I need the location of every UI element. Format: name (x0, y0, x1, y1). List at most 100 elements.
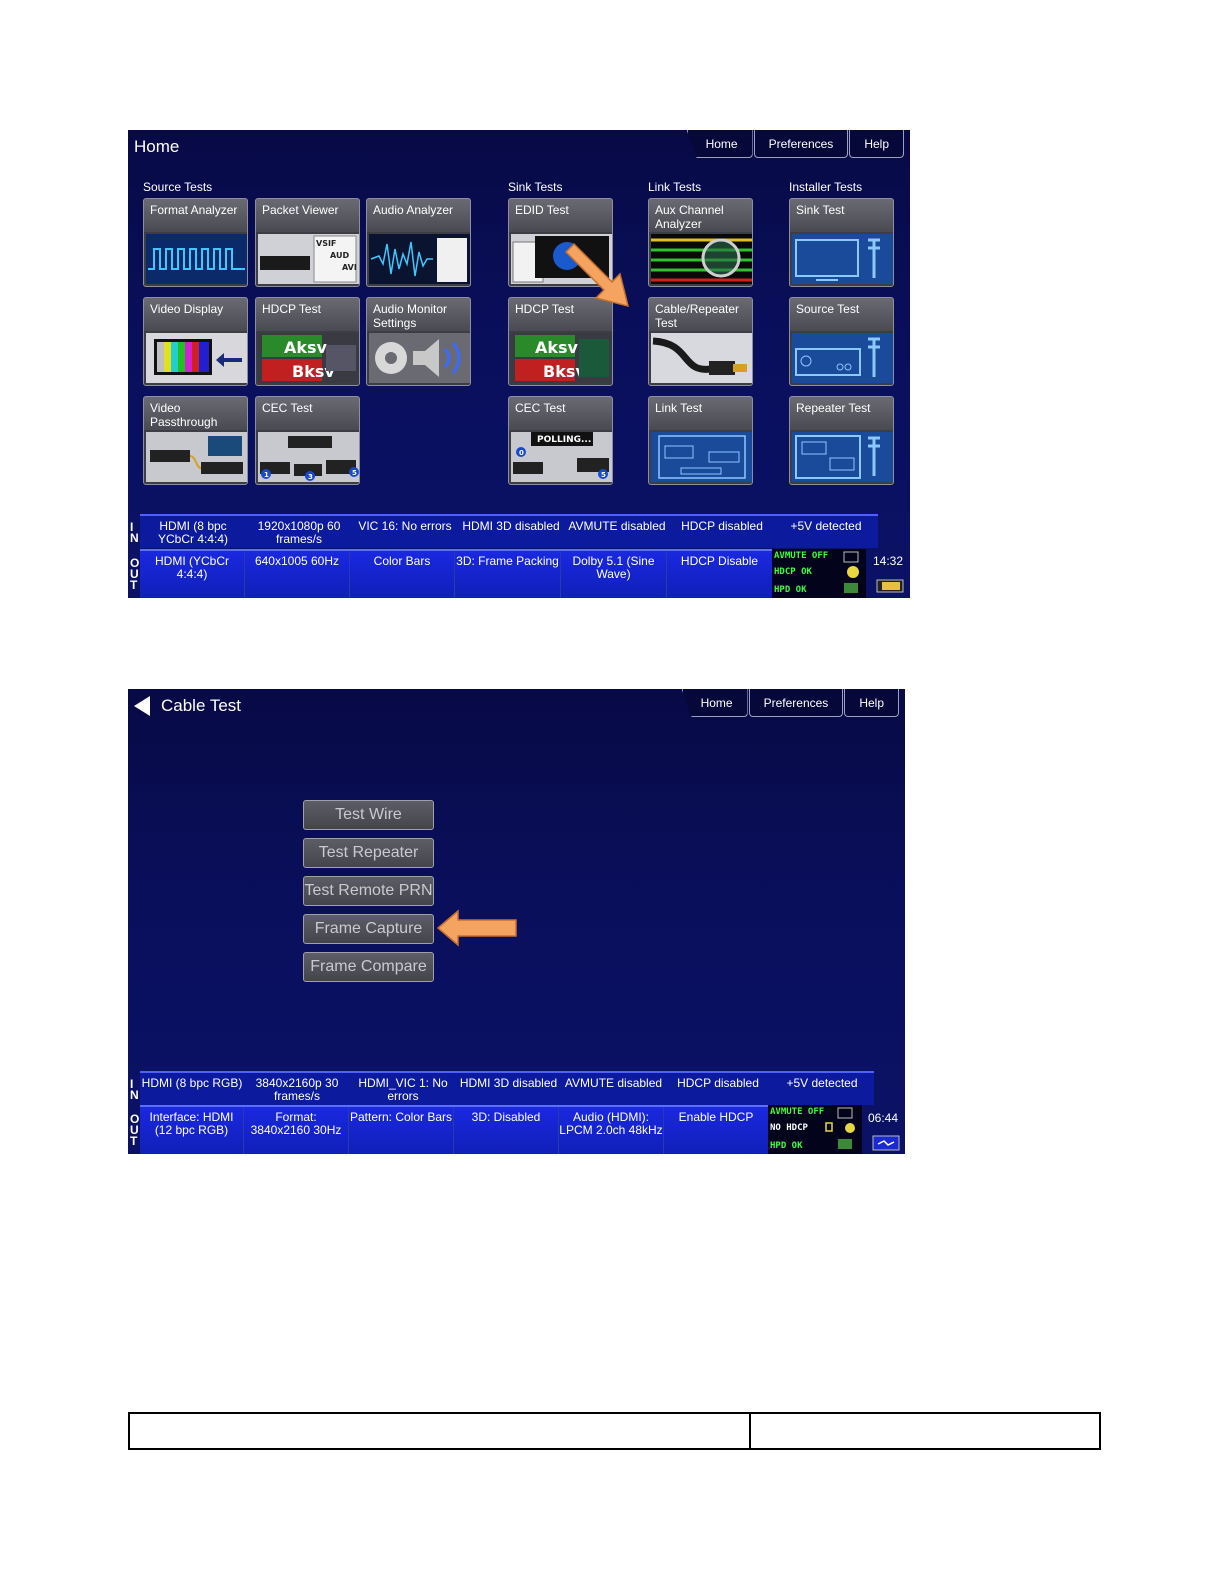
tile-label: Audio Monitor Settings (373, 302, 448, 330)
port-5-label: 5 (601, 471, 606, 479)
out-format[interactable]: Format: 3840x2160 30Hz (244, 1107, 349, 1154)
out-pattern[interactable]: Color Bars (350, 551, 455, 598)
tile-format-analyzer[interactable]: Format Analyzer (143, 198, 248, 287)
tile-repeater-test[interactable]: Repeater Test (789, 396, 894, 485)
tile-label: Source Test (796, 302, 860, 316)
tile-label: EDID Test (515, 203, 569, 217)
out-indicator: OUT (130, 556, 140, 592)
tile-packet-viewer[interactable]: Packet Viewer VSIF AUD AVI (255, 198, 360, 287)
in-indicator: IN (130, 1077, 139, 1102)
section-sink-tests: Sink Tests (508, 180, 563, 194)
tile-aux-channel-analyzer[interactable]: Aux Channel Analyzer (648, 198, 753, 287)
clock: 06:44 (868, 1111, 899, 1125)
avi-label: AVI (342, 263, 357, 272)
in-vic: VIC 16: No errors (358, 519, 452, 533)
frame-compare-button[interactable]: Frame Compare (303, 952, 434, 982)
tile-audio-analyzer[interactable]: Audio Analyzer (366, 198, 471, 287)
tile-link-test[interactable]: Link Test (648, 396, 753, 485)
tile-hdcp-test-source[interactable]: HDCP Test Aksv Bksv (255, 297, 360, 386)
in-avmute: AVMUTE disabled (568, 519, 666, 533)
status-icons (825, 1107, 855, 1149)
waveform-icon (146, 234, 247, 284)
out-hdcp[interactable]: HDCP Disable (667, 551, 772, 598)
tile-video-display[interactable]: Video Display (143, 297, 248, 386)
tab-preferences[interactable]: Preferences (748, 689, 844, 717)
out-3d[interactable]: 3D: Disabled (454, 1107, 559, 1154)
vsif-label: VSIF (316, 239, 336, 248)
tab-help[interactable]: Help (849, 130, 904, 158)
out-interface[interactable]: Interface: HDMI (12 bpc RGB) (140, 1107, 244, 1154)
tile-cable-repeater-test[interactable]: Cable/Repeater Test (648, 297, 753, 386)
tile-label: Cable/Repeater Test (655, 302, 740, 330)
aud-label: AUD (330, 251, 349, 260)
out-pattern[interactable]: Pattern: Color Bars (349, 1107, 454, 1154)
output-status-bar[interactable]: Interface: HDMI (12 bpc RGB) Format: 384… (140, 1105, 768, 1154)
tile-label: Audio Analyzer (373, 203, 454, 217)
back-arrow-icon[interactable] (132, 695, 152, 717)
output-status-bar[interactable]: HDMI (YCbCr 4:4:4) 640x1005 60Hz Color B… (140, 549, 772, 598)
hdmi-cable-icon (651, 333, 752, 383)
in-interface: HDMI (8 bpc YCbCr 4:4:4) (157, 519, 229, 546)
nav-tabs: Home Preferences Help (686, 130, 904, 158)
out-audio[interactable]: Dolby 5.1 (Sine Wave) (561, 551, 667, 598)
port-0-label: 0 (519, 449, 524, 457)
hpd-indicator: HPD OK (770, 1141, 803, 1151)
tile-cec-test-source[interactable]: CEC Test 1 3 5 (255, 396, 360, 485)
clock: 14:32 (873, 554, 904, 568)
tile-source-test[interactable]: Source Test (789, 297, 894, 386)
out-format[interactable]: 640x1005 60Hz (245, 551, 350, 598)
test-repeater-button[interactable]: Test Repeater (303, 838, 434, 868)
section-installer-tests: Installer Tests (789, 180, 863, 194)
tab-home[interactable]: Home (681, 689, 748, 717)
tile-video-passthrough[interactable]: Video Passthrough (143, 396, 248, 485)
frame-capture-button[interactable]: Frame Capture (303, 914, 434, 944)
avmute-indicator: AVMUTE OFF (770, 1107, 825, 1117)
input-status-bar: HDMI (8 bpc RGB) 3840x2160p 30 frames/s … (140, 1071, 874, 1105)
in-hdcp: HDCP disabled (681, 519, 763, 533)
passthrough-devices-icon (146, 432, 247, 482)
footer-cell-right (751, 1414, 1099, 1448)
tile-label: Link Test (655, 401, 703, 415)
tab-help[interactable]: Help (844, 689, 899, 717)
tile-label: HDCP Test (262, 302, 321, 316)
audio-waveform-icon (369, 234, 470, 284)
link-blueprint-icon (651, 432, 752, 482)
in-5v: +5V detected (786, 1076, 858, 1090)
packet-viewer-icon: VSIF AUD AVI (258, 234, 359, 284)
out-audio[interactable]: Audio (HDMI): LPCM 2.0ch 48kHz (559, 1107, 664, 1154)
tile-label: Format Analyzer (150, 203, 238, 217)
test-remote-prn-button[interactable]: Test Remote PRN (303, 876, 434, 906)
test-wire-button[interactable]: Test Wire (303, 800, 434, 830)
tab-home[interactable]: Home (686, 130, 753, 158)
usb-connection-icon (872, 1135, 900, 1151)
in-5v: +5V detected (790, 519, 862, 533)
in-format: 1920x1080p 60 frames/s (257, 519, 341, 546)
tile-label: Video Display (150, 302, 224, 316)
tile-cec-test-sink[interactable]: CEC Test POLLING... 0 5 (508, 396, 613, 485)
tile-hdcp-test-sink[interactable]: HDCP Test Aksv Bksv (508, 297, 613, 386)
tile-sink-test[interactable]: Sink Test (789, 198, 894, 287)
battery-icon (876, 579, 904, 593)
port-1-label: 1 (264, 471, 269, 479)
repeater-wrench-icon (792, 432, 893, 482)
footer-cell-left (130, 1414, 751, 1448)
nav-tabs: Home Preferences Help (681, 689, 899, 717)
tile-audio-monitor-settings[interactable]: Audio Monitor Settings (366, 297, 471, 386)
section-source-tests: Source Tests (143, 180, 213, 194)
pointer-arrow-icon (564, 242, 630, 308)
out-interface[interactable]: HDMI (YCbCr 4:4:4) (140, 551, 245, 598)
tile-label: Packet Viewer (262, 203, 339, 217)
top-bar: Home Home Preferences Help (128, 130, 910, 160)
tile-label: Aux Channel Analyzer (655, 203, 724, 231)
hdcp-indicator: HDCP OK (774, 567, 812, 577)
out-indicator: OUT (130, 1112, 140, 1148)
cec-devices-icon: 1 3 5 (258, 432, 359, 482)
port-5-label: 5 (352, 469, 357, 477)
tab-preferences[interactable]: Preferences (753, 130, 849, 158)
in-interface: HDMI (8 bpc RGB) (141, 1076, 243, 1090)
aksv-label: Aksv (535, 338, 579, 357)
signal-indicators: AVMUTE OFF HDCP OK HPD OK (772, 549, 866, 598)
out-hdcp[interactable]: Enable HDCP (664, 1107, 768, 1154)
out-3d[interactable]: 3D: Frame Packing (455, 551, 561, 598)
tile-label: CEC Test (262, 401, 313, 415)
